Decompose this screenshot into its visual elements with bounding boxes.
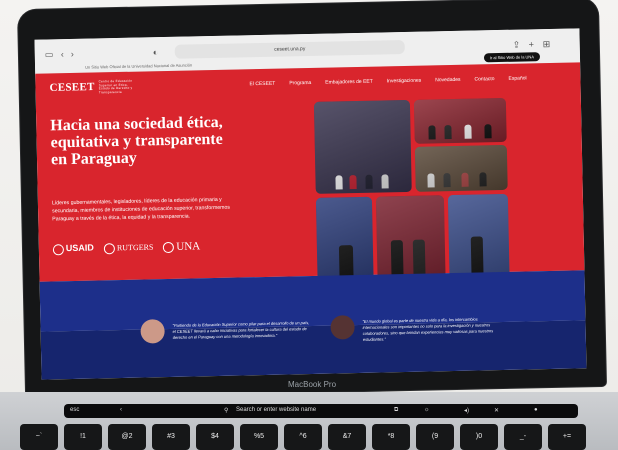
siri-icon[interactable]: ●	[534, 407, 538, 413]
key[interactable]: @2	[108, 424, 146, 450]
group-photo-2	[413, 97, 507, 144]
testimonial-quote-1: "Partiendo de la Educación Superior como…	[172, 320, 310, 340]
key[interactable]: (9	[416, 424, 454, 450]
mute-icon[interactable]: ✕	[494, 407, 499, 414]
testimonial-quote-2: "El mundo global es parte de nuestra vid…	[362, 316, 494, 342]
una-site-button[interactable]: Ir al Sitio Web de la UNA	[483, 52, 541, 63]
rutgers-logo: RUTGERS	[103, 242, 154, 254]
menu-item-novedades[interactable]: Novedades	[435, 77, 460, 84]
laptop-screen: ▭ ‹ › ◐ ceseet.una.py ⇪ + ⊞ Un Sitio Web…	[34, 28, 587, 380]
search-icon: ⚲	[224, 408, 229, 414]
menu-item-contacto[interactable]: Contacto	[474, 76, 494, 82]
url-text: ceseet.una.py	[274, 46, 306, 53]
back-icon[interactable]: ‹	[120, 407, 122, 413]
partner-logos: USAID RUTGERS UNA	[52, 240, 200, 255]
touch-bar: esc ‹ ⚲ Search or enter website name ⧉ ☼…	[64, 404, 578, 418]
key[interactable]: %5	[240, 424, 278, 450]
language-select[interactable]: Español	[508, 75, 526, 81]
key[interactable]: +=	[548, 424, 586, 450]
tabs-icon[interactable]: ⧉	[394, 407, 398, 414]
key[interactable]: #3	[152, 424, 190, 450]
menu-item-investigaciones[interactable]: Investigaciones	[387, 78, 422, 85]
menu-item-programa[interactable]: Programa	[289, 80, 311, 86]
usaid-logo: USAID	[52, 243, 94, 255]
site-logo[interactable]: CESEET Centro de Educación Superior en Ét…	[49, 78, 133, 96]
group-photo-3	[414, 144, 508, 192]
menu-item-embajadores[interactable]: Embajadores de EET	[325, 79, 373, 86]
una-logo: UNA	[163, 240, 200, 254]
key[interactable]: *8	[372, 424, 410, 450]
esc-key[interactable]: esc	[70, 407, 79, 413]
touch-bar-search[interactable]: Search or enter website name	[236, 407, 316, 413]
key[interactable]: $4	[196, 424, 234, 450]
key[interactable]: ^6	[284, 424, 322, 450]
share-icon[interactable]: ⇪	[513, 40, 521, 51]
tabs-icon[interactable]: ⊞	[543, 39, 551, 50]
key[interactable]: ~`	[20, 424, 58, 450]
main-menu: El CESEET Programa Embajadores de EET In…	[249, 75, 526, 87]
avatar	[140, 319, 165, 344]
key[interactable]: !1	[64, 424, 102, 450]
hero-section: CESEET Centro de Educación Superior en Ét…	[35, 62, 585, 290]
avatar	[330, 315, 355, 340]
key[interactable]: )0	[460, 424, 498, 450]
hero-headline: Hacia una sociedad ética, equitativa y t…	[50, 113, 223, 169]
sidebar-icon[interactable]: ▭	[45, 49, 54, 60]
logo-text: CESEET	[49, 81, 95, 94]
laptop-brand: MacBook Pro	[288, 380, 337, 389]
back-icon[interactable]: ‹	[61, 49, 64, 59]
new-tab-icon[interactable]: +	[529, 39, 534, 49]
photo-collage	[313, 97, 518, 302]
forward-icon[interactable]: ›	[71, 49, 74, 59]
keyboard-row: ~` !1 @2 #3 $4 %5 ^6 &7 *8 (9 )0 _- +=	[20, 424, 618, 450]
key[interactable]: &7	[328, 424, 366, 450]
brightness-icon[interactable]: ☼	[424, 407, 430, 413]
volume-icon[interactable]: ◂)	[464, 407, 469, 414]
group-photo-1	[313, 99, 412, 194]
privacy-icon: ◐	[152, 47, 159, 58]
gov-banner-text: Un Sitio Web Oficial de la Universidad N…	[85, 62, 193, 70]
key[interactable]: _-	[504, 424, 542, 450]
menu-item-el-ceseet[interactable]: El CESEET	[249, 81, 275, 88]
hero-body: Líderes gubernamentales, legisladores, l…	[51, 196, 231, 223]
logo-tagline: Centro de Educación Superior en Ética, E…	[98, 78, 133, 94]
